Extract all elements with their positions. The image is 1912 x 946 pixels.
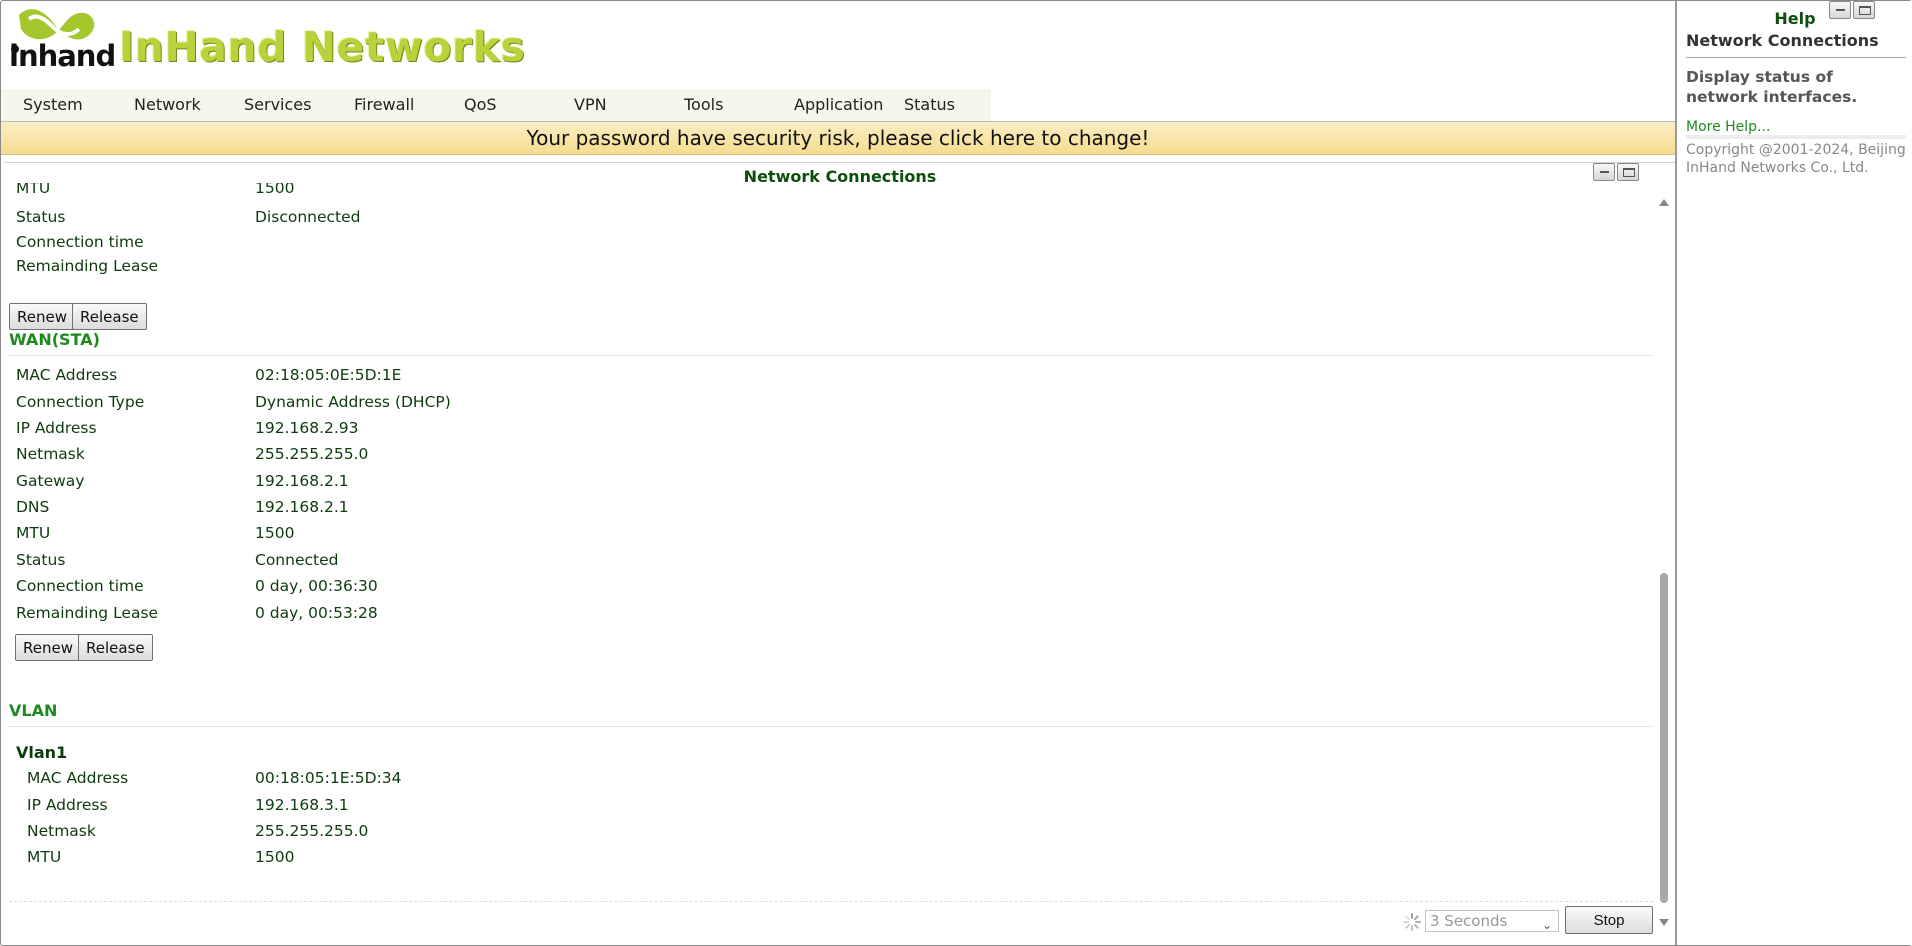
menu-application[interactable]: Application: [794, 89, 883, 121]
row-label: MAC Address: [27, 769, 129, 787]
row-value: Connected: [255, 551, 339, 569]
scroll-down-arrow-icon[interactable]: [1659, 919, 1669, 926]
row-label: MTU: [16, 183, 51, 197]
menu-status[interactable]: Status: [904, 89, 955, 121]
help-divider: [1686, 135, 1906, 139]
logo-text: inhand: [9, 39, 116, 73]
wan-sta-section-title: WAN(STA): [9, 330, 100, 349]
help-panel: Help Network Connections Display status …: [1675, 1, 1912, 945]
renew-button[interactable]: Renew: [15, 634, 81, 661]
app-window: inhand InHand Networks System Network Se…: [0, 0, 1912, 946]
row-value: 192.168.2.1: [255, 498, 349, 516]
row-value: Disconnected: [255, 208, 361, 226]
row-label: Gateway: [16, 472, 85, 490]
row-value: 00:18:05:1E:5D:34: [255, 769, 402, 787]
row-label: MTU: [27, 848, 62, 866]
refresh-interval-select[interactable]: 3 Seconds ⌄: [1425, 910, 1559, 932]
menu-firewall[interactable]: Firewall: [354, 89, 414, 121]
help-description: Display status of network interfaces.: [1686, 68, 1858, 106]
row-value: 1500: [255, 848, 295, 866]
chevron-down-icon: ⌄: [1541, 918, 1552, 932]
row-label: IP Address: [16, 419, 97, 437]
scrollbar-thumb[interactable]: [1660, 573, 1668, 903]
top-menu: System Network Services Firewall QoS VPN…: [1, 89, 991, 122]
section-divider: [9, 726, 1653, 727]
section-divider: [9, 355, 1653, 356]
vlan-section-title: VLAN: [9, 701, 58, 720]
menu-tools[interactable]: Tools: [684, 89, 723, 121]
vertical-scrollbar[interactable]: [1657, 193, 1671, 929]
menu-network[interactable]: Network: [134, 89, 201, 121]
row-label: Status: [16, 551, 66, 569]
row-label: DNS: [16, 498, 50, 516]
row-value: 255.255.255.0: [255, 445, 369, 463]
maximize-button[interactable]: [1617, 163, 1639, 181]
password-warning-banner[interactable]: Your password have security risk, please…: [1, 122, 1675, 155]
row-label: MTU: [16, 524, 51, 542]
renew-button[interactable]: Renew: [9, 303, 75, 330]
inhand-logo: inhand: [9, 5, 116, 81]
row-value: Dynamic Address (DHCP): [255, 393, 451, 411]
footer-divider: [9, 901, 1653, 902]
row-value: 0 day, 00:36:30: [255, 577, 378, 595]
menu-qos[interactable]: QoS: [464, 89, 497, 121]
row-value: 1500: [255, 524, 295, 542]
menu-services[interactable]: Services: [244, 89, 311, 121]
more-help-link[interactable]: More Help...: [1686, 119, 1770, 135]
release-button[interactable]: Release: [78, 634, 153, 661]
help-divider: [1686, 57, 1906, 58]
row-label: Connection time: [16, 577, 144, 595]
refresh-interval-value: 3 Seconds: [1430, 912, 1508, 930]
help-title: Help: [1774, 9, 1816, 28]
row-label: Remainding Lease: [16, 604, 159, 622]
vlan1-subtitle: Vlan1: [16, 743, 68, 762]
stop-button[interactable]: Stop: [1565, 906, 1653, 934]
loading-spinner-icon: [1403, 913, 1421, 931]
scroll-up-arrow-icon[interactable]: [1659, 199, 1669, 206]
row-label: Connection Type: [16, 393, 145, 411]
row-value: 02:18:05:0E:5D:1E: [255, 366, 402, 384]
row-label: Netmask: [16, 445, 85, 463]
brand-title: InHand Networks: [119, 23, 526, 71]
menu-system[interactable]: System: [23, 89, 83, 121]
row-label: Connection time: [16, 233, 144, 251]
row-value: 1500: [255, 183, 295, 197]
network-connections-panel: Network Connections MTU 1500 Status Disc…: [5, 162, 1675, 941]
row-label: Status: [16, 208, 66, 226]
row-value: 255.255.255.0: [255, 822, 369, 840]
row-value: 192.168.2.1: [255, 472, 349, 490]
copyright-text: Copyright @2001-2024, Beijing InHand Net…: [1686, 142, 1906, 176]
connections-content: MTU 1500 Status Disconnected Connection …: [5, 183, 1657, 903]
help-subtitle: Network Connections: [1686, 31, 1879, 50]
row-value: 0 day, 00:53:28: [255, 604, 378, 622]
row-value: 192.168.2.93: [255, 419, 359, 437]
menu-vpn[interactable]: VPN: [574, 89, 607, 121]
row-label: MAC Address: [16, 366, 118, 384]
release-button[interactable]: Release: [72, 303, 147, 330]
row-label: Remainding Lease: [16, 257, 159, 275]
row-label: Netmask: [27, 822, 96, 840]
row-value: 192.168.3.1: [255, 796, 349, 814]
minimize-button[interactable]: [1593, 163, 1615, 181]
row-label: IP Address: [27, 796, 108, 814]
